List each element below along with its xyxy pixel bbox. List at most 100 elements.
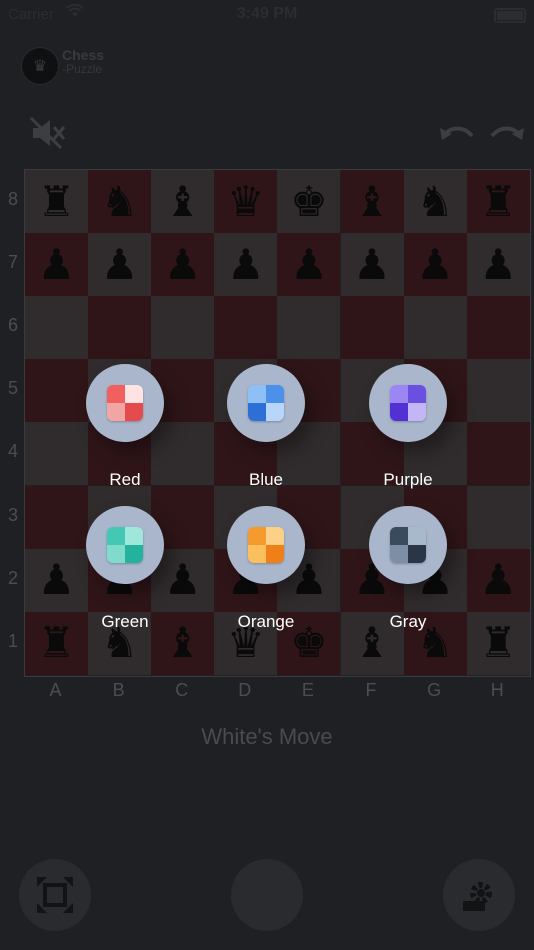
swatch-cell xyxy=(266,527,284,545)
square-h6[interactable] xyxy=(466,296,530,360)
rank-label: 3 xyxy=(7,504,18,525)
chess-piece[interactable]: ♟ xyxy=(101,243,139,286)
chess-piece[interactable]: ♟ xyxy=(353,243,391,286)
chess-piece[interactable]: ♜ xyxy=(479,622,517,664)
square-d7[interactable]: ♟ xyxy=(214,233,278,297)
chess-piece[interactable]: ♝ xyxy=(164,180,202,223)
square-b7[interactable]: ♟ xyxy=(88,233,152,297)
rank-label: 4 xyxy=(7,441,18,462)
file-label: G xyxy=(427,680,442,700)
theme-button[interactable] xyxy=(86,364,164,442)
color-swatch-icon xyxy=(248,385,284,421)
chess-piece[interactable]: ♟ xyxy=(164,559,202,601)
square-d8[interactable]: ♛ xyxy=(214,170,278,233)
chess-piece[interactable]: ♜ xyxy=(38,180,76,223)
status-bar: Carrier 3:49 PM xyxy=(0,0,534,30)
square-c7[interactable]: ♟ xyxy=(151,233,215,297)
chess-piece[interactable]: ♞ xyxy=(416,180,454,223)
square-e8[interactable]: ♚ xyxy=(277,170,341,233)
settings-button[interactable] xyxy=(443,859,515,931)
square-b6[interactable] xyxy=(88,296,152,360)
redo-icon[interactable] xyxy=(488,122,526,146)
flip-board-button[interactable] xyxy=(19,859,91,931)
theme-button[interactable] xyxy=(369,364,447,442)
chess-piece[interactable]: ♟ xyxy=(38,243,76,286)
chess-piece[interactable]: ♝ xyxy=(353,180,391,223)
square-a3[interactable] xyxy=(25,485,88,549)
move-status: White's Move xyxy=(201,724,333,749)
theme-button[interactable] xyxy=(227,506,305,584)
square-h3[interactable] xyxy=(466,485,530,549)
swatch-cell xyxy=(107,545,125,563)
square-a2[interactable]: ♟ xyxy=(25,548,88,612)
square-a6[interactable] xyxy=(25,296,88,360)
chess-piece[interactable]: ♞ xyxy=(101,180,139,223)
color-swatch-icon xyxy=(390,527,426,563)
swatch-cell xyxy=(266,385,284,403)
chess-piece[interactable]: ♟ xyxy=(416,243,454,286)
square-b8[interactable]: ♞ xyxy=(88,170,152,233)
swatch-cell xyxy=(248,545,266,563)
swatch-cell xyxy=(248,403,266,421)
square-h5[interactable] xyxy=(466,359,530,423)
swatch-cell xyxy=(125,403,143,421)
theme-button[interactable] xyxy=(227,364,305,442)
square-g6[interactable] xyxy=(403,296,467,360)
chess-piece[interactable]: ♟ xyxy=(38,559,76,601)
chess-piece[interactable]: ♟ xyxy=(227,243,265,286)
square-e6[interactable] xyxy=(277,296,341,360)
square-f7[interactable]: ♟ xyxy=(340,233,404,297)
square-f8[interactable]: ♝ xyxy=(340,170,404,233)
swatch-cell xyxy=(125,527,143,545)
chess-piece[interactable]: ♟ xyxy=(164,243,202,286)
swatch-cell xyxy=(390,545,408,563)
square-f6[interactable] xyxy=(340,296,404,360)
chess-piece[interactable]: ♟ xyxy=(479,243,517,286)
swatch-cell xyxy=(125,545,143,563)
swatch-cell xyxy=(248,527,266,545)
square-g7[interactable]: ♟ xyxy=(403,233,467,297)
square-h1[interactable]: ♜ xyxy=(466,611,530,675)
chess-piece[interactable]: ♜ xyxy=(479,180,517,223)
chess-piece[interactable]: ♛ xyxy=(227,180,265,223)
file-label: C xyxy=(175,680,189,700)
swatch-cell xyxy=(107,527,125,545)
color-swatch-icon xyxy=(107,385,143,421)
file-label: E xyxy=(301,680,314,700)
center-action-button[interactable] xyxy=(231,859,303,931)
square-g8[interactable]: ♞ xyxy=(403,170,467,233)
square-e7[interactable]: ♟ xyxy=(277,233,341,297)
color-swatch-icon xyxy=(248,527,284,563)
square-a7[interactable]: ♟ xyxy=(25,233,88,297)
rank-label: 6 xyxy=(7,315,18,336)
theme-button[interactable] xyxy=(369,506,447,584)
swatch-cell xyxy=(408,403,426,421)
undo-icon[interactable] xyxy=(438,122,476,146)
theme-button[interactable] xyxy=(86,506,164,584)
chess-piece[interactable]: ♟ xyxy=(479,559,517,601)
swatch-cell xyxy=(408,527,426,545)
square-h4[interactable] xyxy=(466,422,530,486)
clock: 3:49 PM xyxy=(236,5,298,22)
rank-label: 2 xyxy=(7,567,18,588)
square-c6[interactable] xyxy=(151,296,215,360)
flip-board-icon xyxy=(37,877,73,913)
file-label: A xyxy=(49,680,62,700)
square-a8[interactable]: ♜ xyxy=(25,170,88,233)
square-d6[interactable] xyxy=(214,296,278,360)
app-title: Chess xyxy=(62,47,105,63)
square-a5[interactable] xyxy=(25,359,88,423)
square-h8[interactable]: ♜ xyxy=(466,170,530,233)
square-h7[interactable]: ♟ xyxy=(466,233,530,297)
square-h2[interactable]: ♟ xyxy=(466,548,530,612)
mute-icon[interactable] xyxy=(28,116,68,150)
swatch-cell xyxy=(408,385,426,403)
swatch-cell xyxy=(107,385,125,403)
swatch-cell xyxy=(248,385,266,403)
square-c8[interactable]: ♝ xyxy=(151,170,215,233)
swatch-cell xyxy=(390,403,408,421)
file-label: D xyxy=(238,680,252,700)
chess-piece[interactable]: ♚ xyxy=(290,180,328,223)
chess-piece[interactable]: ♟ xyxy=(290,243,328,286)
swatch-cell xyxy=(266,545,284,563)
